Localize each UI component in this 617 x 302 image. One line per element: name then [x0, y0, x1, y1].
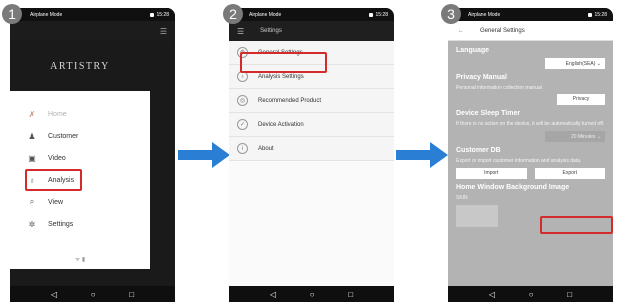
language-heading: Language [456, 47, 490, 54]
navigation-drawer: ARTISTRY ✗ Home ♟ Customer ▣ Video ♁ Analysis ⌕ V… [10, 41, 150, 269]
about-icon: i [237, 143, 248, 154]
phone-screen-2: Airplane Mode 15:28 ☰ Settings ⚙ General … [229, 8, 394, 302]
menu-icon[interactable]: ☰ [237, 27, 244, 36]
page-title: General Settings [480, 27, 525, 34]
recents-nav-icon[interactable]: □ [348, 290, 353, 299]
drawer-item-label: Video [48, 154, 66, 162]
android-nav-bar: ◁ ○ □ [229, 286, 394, 302]
drawer-menu: ✗ Home ♟ Customer ▣ Video ♁ Analysis ⌕ View ✲ Setti… [10, 91, 150, 235]
drawer-item-label: Settings [48, 220, 74, 228]
status-bar: Airplane Mode 15:28 [448, 8, 613, 21]
status-time: 15:28 [375, 11, 388, 18]
drawer-item-view[interactable]: ⌕ View [10, 191, 150, 213]
home-nav-icon[interactable]: ○ [310, 290, 315, 299]
customer-icon: ♟ [28, 131, 36, 141]
battery-icon [588, 12, 593, 17]
settings-item-recommended-product[interactable]: ◎ Recommended Product [229, 89, 394, 113]
chevron-down-icon: ⌄ [596, 60, 601, 67]
video-icon: ▣ [28, 153, 36, 163]
customer-db-actions: Import Export [456, 167, 605, 179]
highlight-export [540, 216, 613, 234]
android-nav-bar: ◁ ○ □ [448, 286, 613, 302]
device-activation-icon: ✓ [237, 119, 248, 130]
settings-item-label: Device Activation [258, 121, 304, 128]
back-arrow-icon[interactable]: ← [458, 28, 464, 34]
privacy-heading: Privacy Manual [456, 74, 507, 81]
drawer-item-label: Home [48, 110, 67, 118]
app-bar: ← General Settings [448, 21, 613, 41]
status-mode: Airplane Mode [468, 11, 501, 18]
privacy-text: Personal information collection manual [456, 85, 542, 91]
status-bar: Airplane Mode 15:28 [10, 8, 175, 21]
back-nav-icon[interactable]: ◁ [51, 290, 57, 299]
drawer-item-video[interactable]: ▣ Video [10, 147, 150, 169]
back-nav-icon[interactable]: ◁ [489, 290, 495, 299]
background-thumbnail[interactable] [456, 205, 498, 227]
settings-item-device-activation[interactable]: ✓ Device Activation [229, 113, 394, 137]
status-time: 15:28 [156, 11, 169, 18]
page-title: Settings [260, 28, 282, 34]
home-icon: ✗ [28, 109, 36, 119]
app-bar: ☰ Settings [229, 21, 394, 41]
step-badge-2: 2 [223, 4, 243, 24]
highlight-general-settings [240, 52, 327, 73]
sleep-timer-text: If there is no action on the device, it … [456, 120, 605, 127]
phone-screen-3: Airplane Mode 15:28 ← General Settings L… [448, 8, 613, 302]
background-heading: Home Window Background Image [456, 183, 570, 191]
chevron-down-icon: ⌄ [596, 133, 601, 140]
recents-nav-icon[interactable]: □ [129, 290, 134, 299]
drawer-item-home[interactable]: ✗ Home [10, 103, 150, 125]
settings-item-label: Analysis Settings [258, 73, 304, 80]
battery-icon [150, 12, 155, 17]
privacy-button[interactable]: Privacy [557, 93, 605, 105]
home-nav-icon[interactable]: ○ [529, 290, 534, 299]
sleep-timer-select[interactable]: 20 Minutes ⌄ [545, 131, 605, 142]
phone-screen-1: Airplane Mode 15:28 ☰ ARTISTRY ✗ Home ♟ Cus… [10, 8, 175, 302]
recommended-product-icon: ◎ [237, 95, 248, 106]
drawer-item-label: View [48, 198, 64, 206]
brand-logo: ARTISTRY [10, 41, 150, 91]
status-mode: Airplane Mode [30, 11, 63, 18]
battery-icon [369, 12, 374, 17]
customer-db-text: Export or import customer information an… [456, 158, 582, 164]
background-label: SKIN [456, 194, 468, 201]
drawer-item-label: Customer [48, 132, 79, 140]
app-bar: ☰ [10, 21, 175, 41]
highlight-settings [25, 169, 82, 191]
drawer-item-settings[interactable]: ✲ Settings [10, 213, 150, 235]
arrow-right-icon [396, 142, 448, 168]
recents-nav-icon[interactable]: □ [567, 290, 572, 299]
view-icon: ⌕ [29, 197, 35, 206]
back-nav-icon[interactable]: ◁ [270, 290, 276, 299]
settings-item-about[interactable]: i About [229, 137, 394, 161]
language-value: English(SEA) [565, 60, 596, 67]
settings-item-label: Recommended Product [258, 97, 322, 104]
import-button[interactable]: Import [456, 167, 527, 179]
arrow-right-icon [178, 142, 230, 168]
step-badge-3: 3 [441, 4, 461, 24]
wifi-icon: ᯤ ▮ [74, 257, 86, 263]
status-bar: Airplane Mode 15:28 [229, 8, 394, 21]
language-select[interactable]: English(SEA) ⌄ [545, 58, 605, 69]
home-nav-icon[interactable]: ○ [91, 290, 96, 299]
menu-icon[interactable]: ☰ [160, 27, 167, 36]
android-nav-bar: ◁ ○ □ [10, 286, 175, 302]
general-settings-content: Language English(SEA) ⌄ Privacy Manual P… [448, 41, 613, 227]
sleep-timer-value: 20 Minutes [570, 133, 596, 140]
step-badge-1: 1 [2, 4, 22, 24]
settings-item-label: About [258, 145, 274, 152]
export-button[interactable]: Export [534, 167, 605, 179]
status-time: 15:28 [594, 11, 607, 18]
drawer-item-customer[interactable]: ♟ Customer [10, 125, 150, 147]
gear-icon: ✲ [28, 219, 36, 229]
customer-db-heading: Customer DB [456, 147, 501, 154]
sleep-timer-heading: Device Sleep Timer [456, 109, 521, 117]
status-mode: Airplane Mode [249, 11, 282, 18]
